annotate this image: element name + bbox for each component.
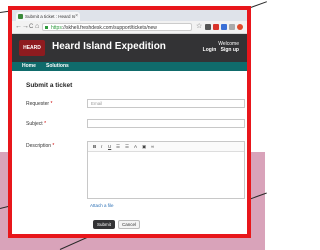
tab-title: Submit a ticket : Heard Is <box>25 14 76 19</box>
requester-email-field[interactable]: Email <box>87 99 245 108</box>
favicon-icon <box>18 14 23 19</box>
browser-tab[interactable]: Submit a ticket : Heard Is × <box>16 12 80 21</box>
browser-tabstrip: Submit a ticket : Heard Is × <box>12 10 247 21</box>
font-color-button[interactable]: A <box>134 143 137 150</box>
required-mark: * <box>50 101 53 107</box>
extension-icon[interactable] <box>237 24 243 30</box>
login-link[interactable]: Login <box>203 47 217 53</box>
screenshot-frame: Submit a ticket : Heard Is × ← → C ⌂ htt… <box>8 6 251 238</box>
url-field[interactable]: https://skheli.freshdesk.com/support/tic… <box>42 23 192 31</box>
description-editor[interactable]: B I U ☰ ☰ A ▣ ∞ <box>87 141 245 199</box>
required-mark: * <box>44 121 47 127</box>
extension-icon[interactable] <box>229 24 235 30</box>
lock-icon <box>45 26 48 29</box>
forward-arrow-icon[interactable]: → <box>22 23 29 31</box>
close-tab-icon[interactable]: × <box>75 12 78 21</box>
site-title: Heard Island Expedition <box>52 41 166 52</box>
italic-button[interactable]: I <box>101 143 102 150</box>
extension-icon[interactable] <box>205 24 211 30</box>
required-mark: * <box>52 143 55 149</box>
extension-icon[interactable] <box>221 24 227 30</box>
cancel-button[interactable]: Cancel <box>118 220 140 229</box>
user-menu: Welcome Login Sign up <box>200 41 239 53</box>
extension-icon[interactable] <box>213 24 219 30</box>
image-icon[interactable]: ▣ <box>142 143 146 150</box>
subject-field[interactable] <box>87 119 245 128</box>
site-header: HEARD Heard Island Expedition Welcome Lo… <box>12 34 247 62</box>
editor-toolbar: B I U ☰ ☰ A ▣ ∞ <box>88 142 244 152</box>
site-logo[interactable]: HEARD <box>19 40 45 56</box>
browser-address-bar: ← → C ⌂ https://skheli.freshdesk.com/sup… <box>12 21 247 34</box>
attach-file-link[interactable]: Attach a file <box>90 203 114 208</box>
back-arrow-icon[interactable]: ← <box>15 23 22 31</box>
bold-button[interactable]: B <box>93 143 96 150</box>
description-label: Description * <box>26 143 55 149</box>
star-icon[interactable]: ☆ <box>196 23 202 31</box>
nav-home[interactable]: Home <box>22 62 36 71</box>
signup-link[interactable]: Sign up <box>221 47 239 53</box>
url-scheme: https <box>51 25 62 31</box>
page-title: Submit a ticket <box>26 82 73 89</box>
nav-solutions[interactable]: Solutions <box>46 62 69 71</box>
site-nav: Home Solutions <box>12 62 247 71</box>
link-icon[interactable]: ∞ <box>151 143 154 150</box>
requester-label: Requester * <box>26 101 53 107</box>
url-text: ://skheli.freshdesk.com/support/tickets/… <box>61 25 157 31</box>
underline-button[interactable]: U <box>108 143 111 150</box>
reload-icon[interactable]: C <box>29 23 33 31</box>
submit-button[interactable]: Submit <box>93 220 115 229</box>
list-icon[interactable]: ☰ <box>125 143 129 150</box>
subject-label: Subject * <box>26 121 47 127</box>
home-icon[interactable]: ⌂ <box>35 23 39 31</box>
list-icon[interactable]: ☰ <box>116 143 120 150</box>
